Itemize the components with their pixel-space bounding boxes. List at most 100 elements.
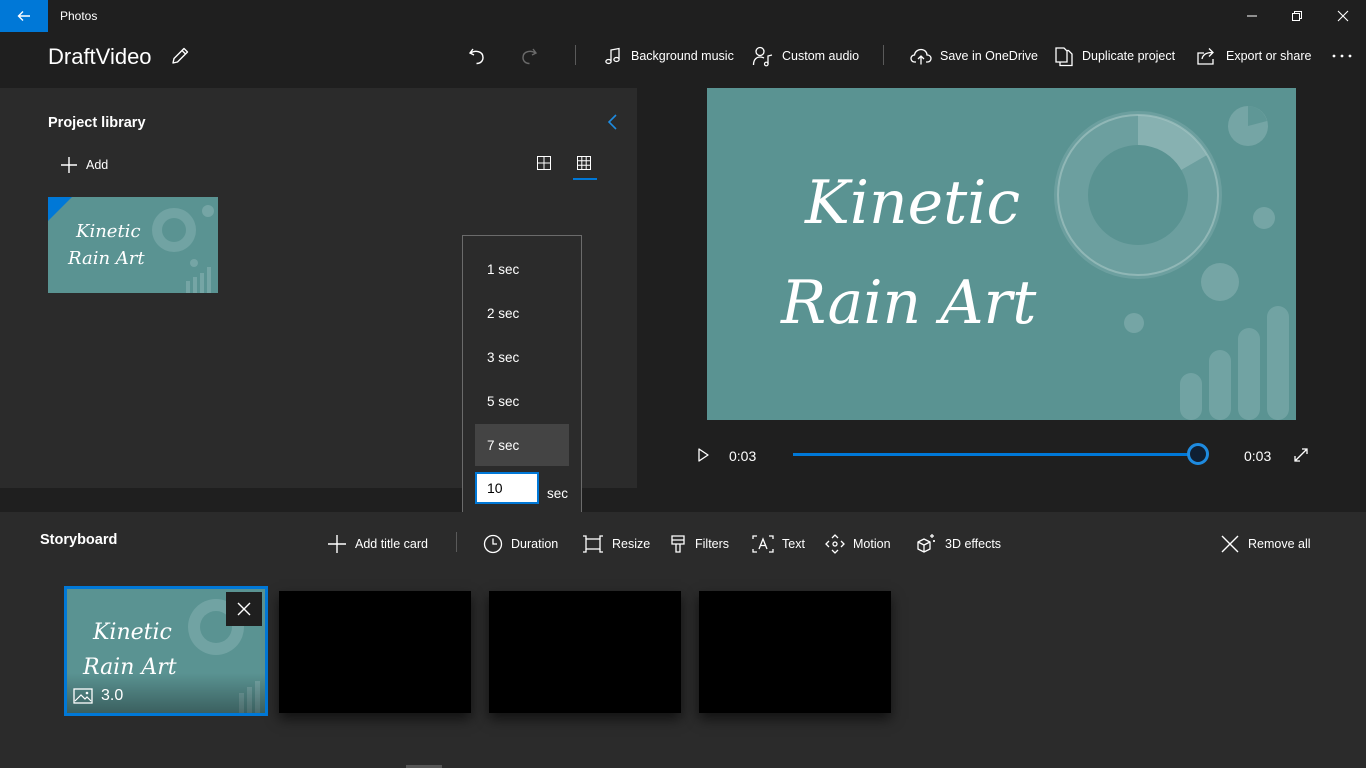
minimize-icon <box>1247 15 1257 17</box>
3d-effects-label: 3D effects <box>945 537 1002 551</box>
seek-bar[interactable] <box>793 453 1205 456</box>
export-share-button[interactable]: Export or share <box>1196 44 1311 68</box>
toolbar-separator <box>575 45 576 65</box>
selection-corner <box>48 197 72 221</box>
text-icon <box>752 535 774 553</box>
custom-duration-input[interactable]: 10 <box>475 472 539 504</box>
duration-option-3[interactable]: 3 sec <box>475 336 569 378</box>
custom-duration-unit: sec <box>547 486 569 501</box>
duplicate-project-button[interactable]: Duplicate project <box>1054 44 1175 68</box>
seek-thumb[interactable] <box>1187 443 1209 465</box>
image-icon <box>73 688 93 704</box>
add-media-button[interactable]: Add <box>60 155 108 175</box>
close-icon <box>237 602 251 616</box>
clip-title-line1: Kinetic <box>93 620 172 645</box>
filters-button[interactable]: Filters <box>669 533 729 555</box>
small-thumbnails-button[interactable] <box>576 155 594 173</box>
close-icon <box>1221 535 1239 553</box>
more-options-button[interactable] <box>1330 44 1354 68</box>
more-icon <box>1332 54 1352 58</box>
storyboard-clip-4[interactable] <box>699 591 891 713</box>
large-thumbnails-button[interactable] <box>536 155 554 173</box>
library-item-kinetic-rain-art[interactable]: Kinetic Rain Art <box>48 197 218 293</box>
storyboard-title: Storyboard <box>40 532 118 548</box>
thumbnail-graphic <box>152 205 214 293</box>
motion-icon <box>825 534 845 554</box>
duplicate-icon <box>1055 47 1073 67</box>
remove-clip-button[interactable] <box>226 592 262 626</box>
clip-duration: 3.0 <box>101 687 124 704</box>
duration-option-2[interactable]: 2 sec <box>475 292 569 334</box>
clock-icon <box>483 534 503 554</box>
storyboard-separator <box>456 532 457 552</box>
back-button[interactable] <box>0 0 48 32</box>
pencil-icon <box>172 47 189 64</box>
storyboard-panel: Storyboard Add title card Duration Resiz… <box>0 512 1366 768</box>
3d-effects-icon <box>917 534 935 553</box>
restore-icon <box>1292 11 1302 21</box>
plus-icon <box>61 157 77 173</box>
duration-button[interactable]: Duration <box>483 533 558 555</box>
undo-button[interactable] <box>465 44 489 68</box>
chevron-left-icon <box>607 114 617 130</box>
clip-info: 3.0 <box>73 687 123 705</box>
title-bar: Photos <box>0 0 1366 32</box>
app-title: Photos <box>60 9 98 23</box>
project-name: DraftVideo <box>48 44 152 69</box>
expand-icon <box>1294 448 1308 462</box>
toolbar-separator <box>883 45 884 65</box>
duration-option-5[interactable]: 5 sec <box>475 380 569 422</box>
storyboard-clip-1[interactable]: Kinetic Rain Art 3.0 <box>64 586 268 716</box>
play-icon <box>698 448 709 462</box>
duration-option-1[interactable]: 1 sec <box>475 248 569 290</box>
current-time: 0:03 <box>729 448 757 464</box>
cloud-upload-icon <box>910 48 932 65</box>
total-time: 0:03 <box>1244 448 1272 464</box>
duration-label: Duration <box>511 537 559 551</box>
duration-dropdown: 1 sec 2 sec 3 sec 5 sec 7 sec 10 sec <box>462 235 582 517</box>
motion-button[interactable]: Motion <box>825 533 891 555</box>
restore-button[interactable] <box>1274 0 1320 32</box>
video-preview[interactable]: Kinetic Rain Art <box>707 88 1296 420</box>
custom-audio-label: Custom audio <box>782 49 860 63</box>
minimize-button[interactable] <box>1229 0 1275 32</box>
fullscreen-button[interactable] <box>1292 446 1310 464</box>
rename-button[interactable] <box>168 44 192 68</box>
add-label: Add <box>86 158 109 172</box>
thumb-title-line1: Kinetic <box>76 221 141 242</box>
add-title-card-label: Add title card <box>355 537 428 551</box>
text-label: Text <box>782 537 805 551</box>
remove-all-button[interactable]: Remove all <box>1220 533 1311 555</box>
background-music-button[interactable]: Background music <box>603 44 734 68</box>
save-onedrive-label: Save in OneDrive <box>940 49 1038 63</box>
storyboard-clip-3[interactable] <box>489 591 681 713</box>
storyboard-clip-2[interactable] <box>279 591 471 713</box>
duration-option-7[interactable]: 7 sec <box>475 424 569 466</box>
close-button[interactable] <box>1320 0 1366 32</box>
music-note-icon <box>605 47 620 65</box>
save-onedrive-button[interactable]: Save in OneDrive <box>910 44 1038 68</box>
share-icon <box>1197 48 1214 65</box>
custom-audio-button[interactable]: Custom audio <box>752 44 859 68</box>
resize-button[interactable]: Resize <box>582 533 650 555</box>
grid-small-icon <box>577 156 591 170</box>
duplicate-project-label: Duplicate project <box>1082 49 1176 63</box>
play-button[interactable] <box>694 446 712 464</box>
back-arrow-icon <box>17 11 30 21</box>
redo-button[interactable] <box>517 44 541 68</box>
grid-large-icon <box>537 156 551 170</box>
library-title: Project library <box>48 115 146 131</box>
resize-icon <box>583 535 603 553</box>
filters-label: Filters <box>695 537 730 551</box>
preview-title-line2: Rain Art <box>781 268 1037 338</box>
add-title-card-button[interactable]: Add title card <box>327 533 428 555</box>
preview-title-line1: Kinetic <box>805 168 1021 238</box>
background-music-label: Background music <box>631 49 734 63</box>
3d-effects-button[interactable]: 3D effects <box>915 533 1001 555</box>
custom-audio-icon <box>752 46 773 67</box>
text-button[interactable]: Text <box>752 533 805 555</box>
resize-label: Resize <box>612 537 651 551</box>
undo-icon <box>468 48 484 65</box>
redo-icon <box>522 48 538 65</box>
collapse-library-button[interactable] <box>603 112 623 132</box>
